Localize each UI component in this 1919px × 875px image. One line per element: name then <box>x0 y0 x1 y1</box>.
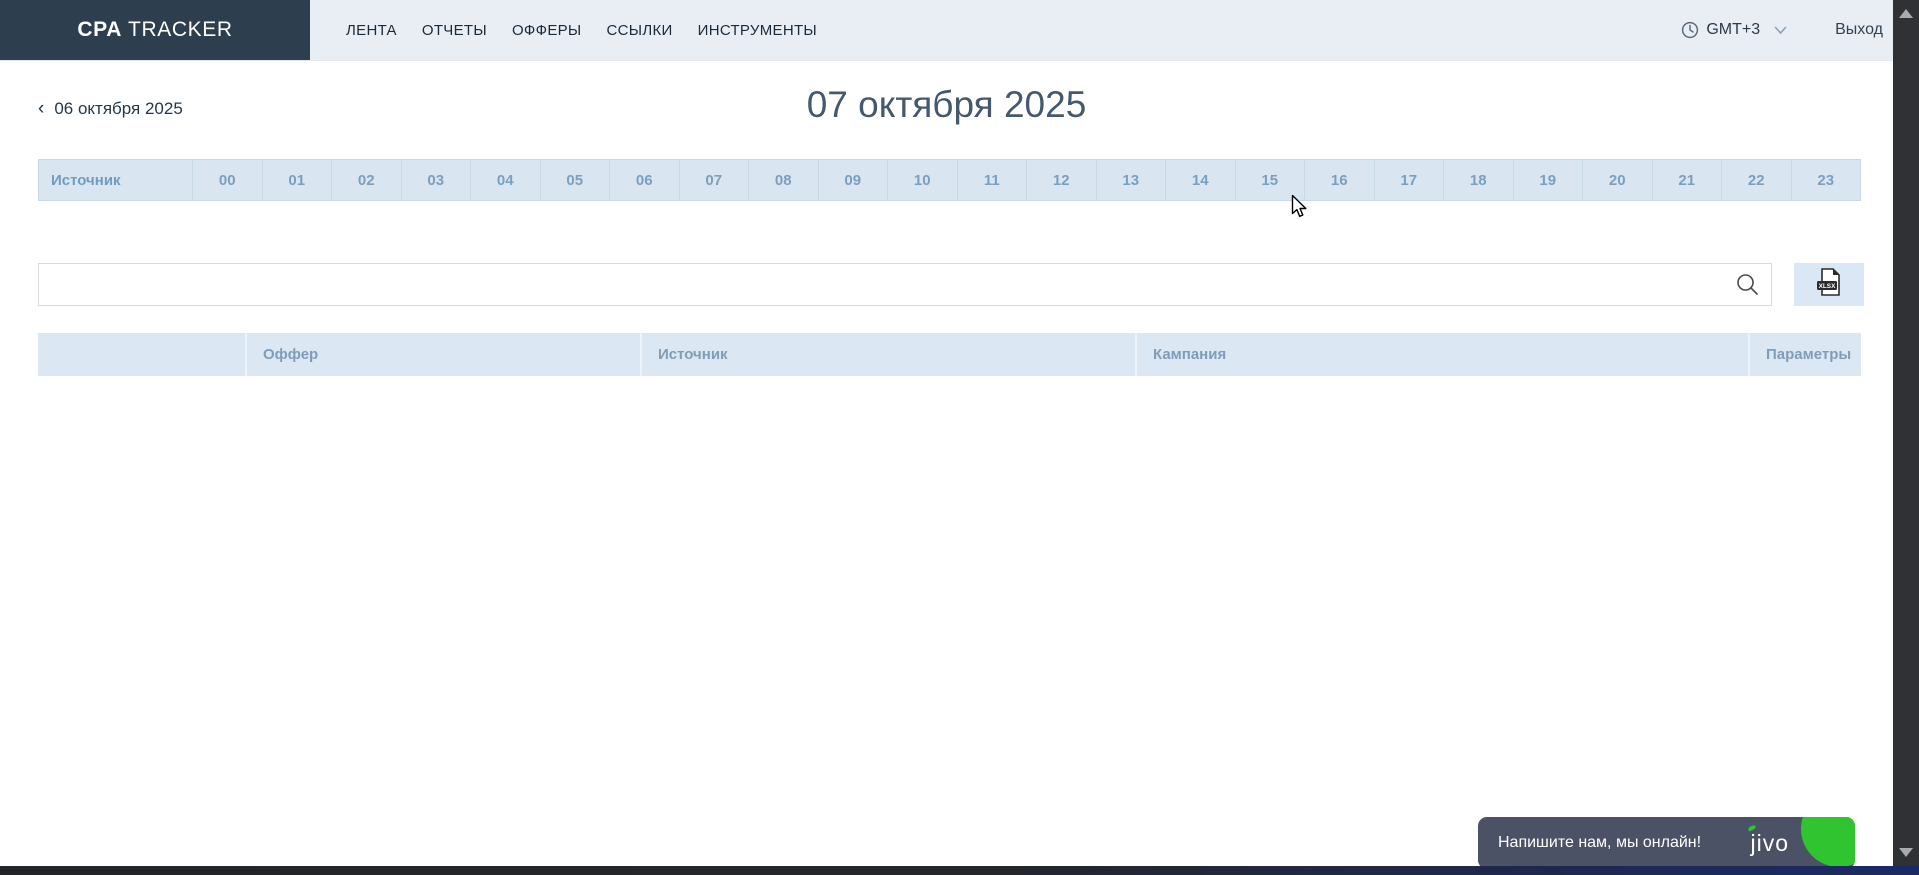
chevron-down-icon <box>1774 26 1787 35</box>
jivo-logo: jivo <box>1750 830 1789 857</box>
hours-header-row: Источник 0001020304050607080910111213141… <box>38 159 1861 201</box>
hour-column-03: 03 <box>401 160 471 200</box>
results-column-1: Оффер <box>245 333 640 376</box>
hour-column-16: 16 <box>1304 160 1374 200</box>
nav-item-2[interactable]: ОФФЕРЫ <box>512 22 582 39</box>
search-bar <box>38 263 1772 306</box>
hour-column-00: 00 <box>192 160 262 200</box>
logo-bold-part: CPA <box>77 18 122 42</box>
hour-column-23: 23 <box>1791 160 1861 200</box>
top-navbar: CPA TRACKER ЛЕНТА ОТЧЕТЫ ОФФЕРЫ ССЫЛКИ ИНСТР… <box>0 0 1893 61</box>
nav-item-4[interactable]: ИНСТРУМЕНТЫ <box>698 22 817 39</box>
hour-column-11: 11 <box>957 160 1027 200</box>
results-column-2: Источник <box>640 333 1135 376</box>
hour-column-10: 10 <box>887 160 957 200</box>
hour-column-19: 19 <box>1513 160 1583 200</box>
hour-column-14: 14 <box>1165 160 1235 200</box>
hour-column-22: 22 <box>1721 160 1791 200</box>
hour-column-05: 05 <box>540 160 610 200</box>
chat-widget[interactable]: Напишите нам, мы онлайн! jivo <box>1478 817 1855 869</box>
scroll-up-icon[interactable] <box>1899 9 1913 18</box>
svg-text:XLSX: XLSX <box>1819 283 1836 290</box>
navbar-right: GMT+3 Выход <box>1681 0 1893 60</box>
results-column-empty <box>38 333 245 376</box>
results-column-4: Параметры <box>1748 333 1861 376</box>
clock-icon <box>1681 21 1699 39</box>
hour-column-04: 04 <box>470 160 540 200</box>
chat-message: Напишите нам, мы онлайн! <box>1478 834 1701 852</box>
cpa-tracker-page: CPA TRACKER ЛЕНТА ОТЧЕТЫ ОФФЕРЫ ССЫЛКИ ИНСТР… <box>0 0 1919 875</box>
nav-menu: ЛЕНТА ОТЧЕТЫ ОФФЕРЫ ССЫЛКИ ИНСТРУМЕНТЫ <box>310 0 842 60</box>
hour-column-02: 02 <box>331 160 401 200</box>
app-logo[interactable]: CPA TRACKER <box>0 0 310 60</box>
results-column-3: Кампания <box>1135 333 1748 376</box>
xlsx-file-icon: XLSX <box>1816 268 1842 301</box>
hour-column-06: 06 <box>609 160 679 200</box>
hour-column-21: 21 <box>1652 160 1722 200</box>
hour-column-07: 07 <box>679 160 749 200</box>
hour-column-18: 18 <box>1443 160 1513 200</box>
hour-column-12: 12 <box>1026 160 1096 200</box>
hour-column-08: 08 <box>748 160 818 200</box>
search-input[interactable] <box>38 263 1772 306</box>
hour-column-13: 13 <box>1096 160 1166 200</box>
hour-column-20: 20 <box>1582 160 1652 200</box>
hour-column-17: 17 <box>1374 160 1444 200</box>
hour-column-15: 15 <box>1235 160 1305 200</box>
timezone-dropdown[interactable]: GMT+3 <box>1681 21 1787 39</box>
timezone-label: GMT+3 <box>1706 21 1760 39</box>
bottom-window-strip <box>0 866 1919 875</box>
search-icon[interactable] <box>1735 272 1760 302</box>
hours-source-column-header: Источник <box>39 160 192 200</box>
scroll-down-icon[interactable] <box>1899 848 1913 857</box>
nav-item-3[interactable]: ССЫЛКИ <box>607 22 673 39</box>
page-title: 07 октября 2025 <box>0 84 1893 126</box>
browser-scrollbar[interactable] <box>1893 0 1919 875</box>
logout-link[interactable]: Выход <box>1835 21 1883 39</box>
hour-column-09: 09 <box>818 160 888 200</box>
hour-column-01: 01 <box>262 160 332 200</box>
nav-item-0[interactable]: ЛЕНТА <box>346 22 397 39</box>
results-table-header: ОфферИсточникКампанияПараметры <box>38 333 1861 376</box>
export-xlsx-button[interactable]: XLSX <box>1794 263 1864 306</box>
logo-rest-part: TRACKER <box>122 18 233 42</box>
nav-item-1[interactable]: ОТЧЕТЫ <box>422 22 487 39</box>
